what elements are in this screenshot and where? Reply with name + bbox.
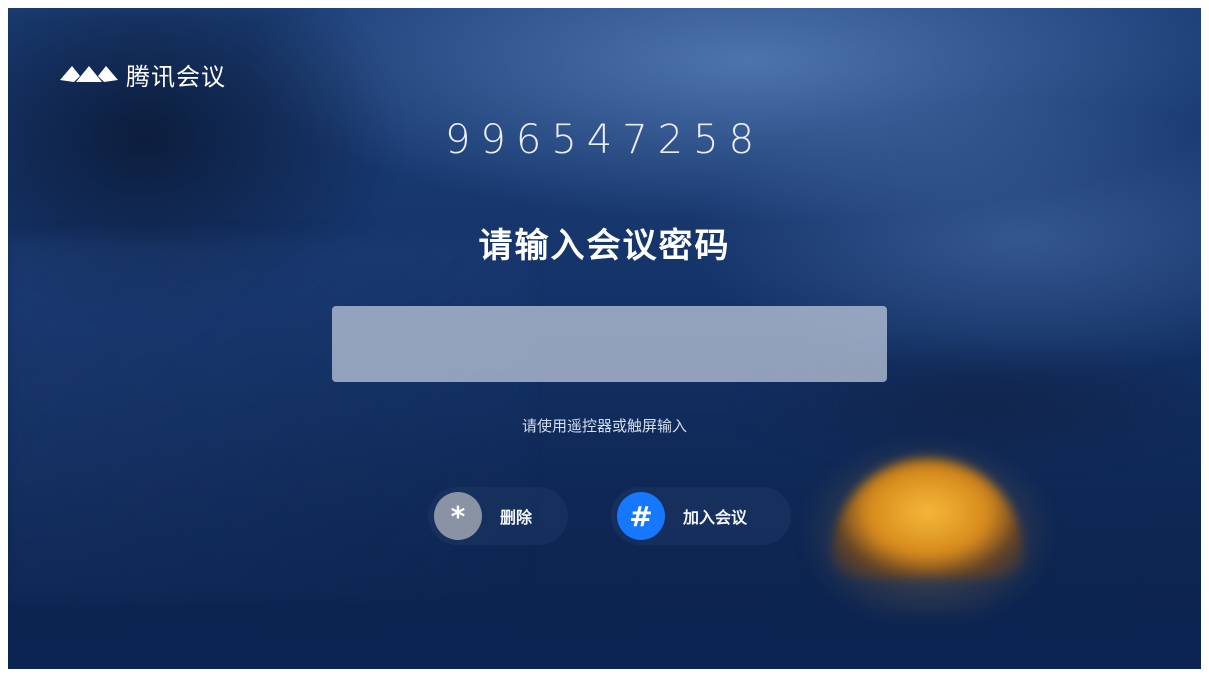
join-meeting-label: 加入会议 [683, 508, 748, 527]
brand: 腾讯会议 [58, 56, 226, 92]
page-title: 请输入会议密码 [478, 226, 731, 266]
join-meeting-button[interactable]: # 加入会议 [611, 487, 791, 545]
delete-button[interactable]: * 删除 [428, 487, 568, 545]
brand-name: 腾讯会议 [126, 62, 226, 91]
input-hint: 请使用遥控器或触屏输入 [521, 417, 687, 435]
delete-label: 删除 [500, 508, 533, 527]
meeting-id: 996547258 [444, 117, 765, 163]
tencent-meeting-logo-icon [60, 66, 118, 82]
password-input[interactable] [332, 306, 887, 382]
asterisk-icon: * [434, 492, 482, 540]
hash-icon: # [617, 492, 665, 540]
